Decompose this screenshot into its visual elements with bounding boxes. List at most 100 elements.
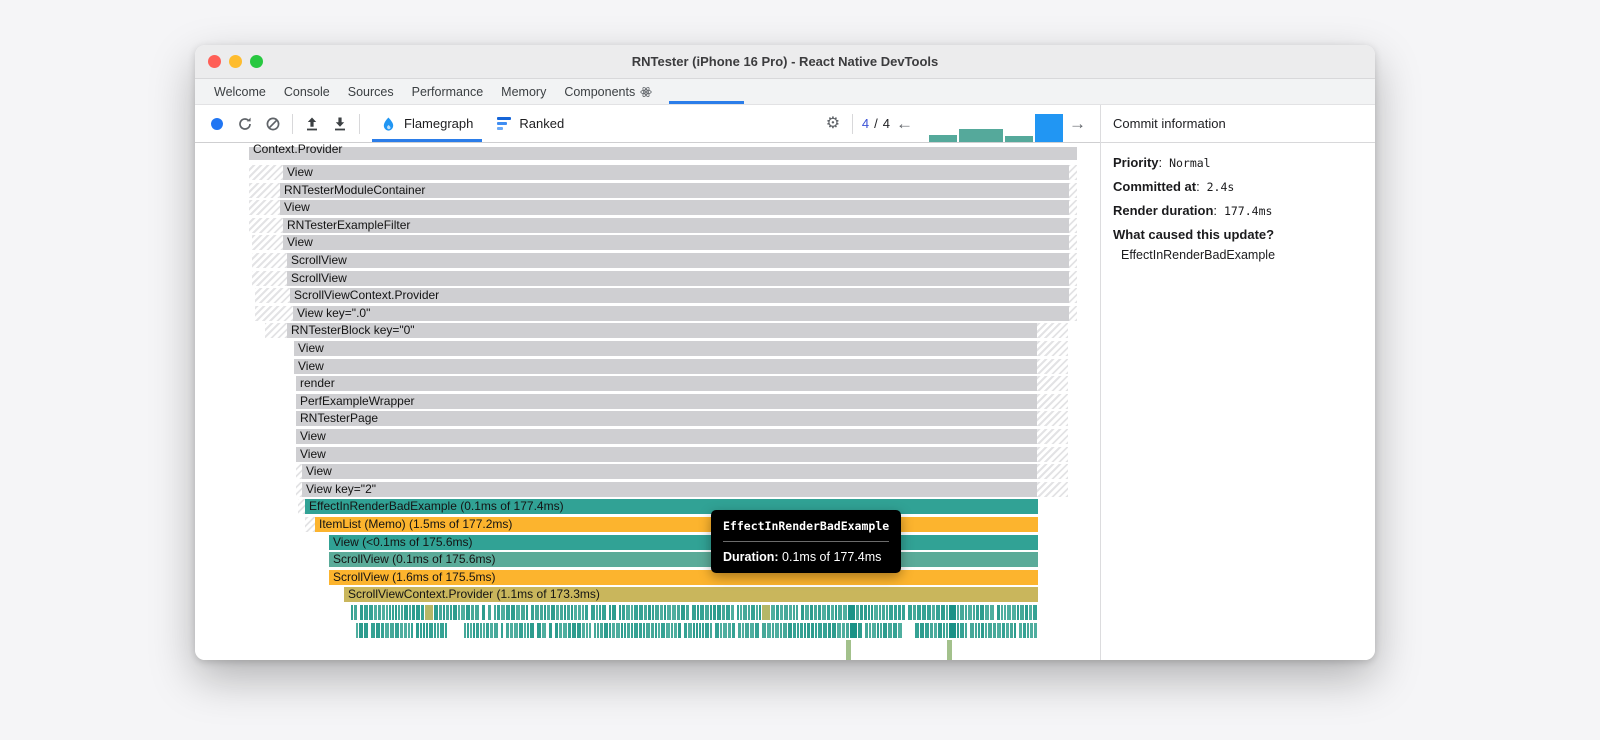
clear-profile-button[interactable] [263, 114, 283, 134]
flame-node[interactable]: ScrollView [287, 253, 1069, 268]
profiler-settings-button[interactable]: ⚙ [823, 114, 843, 134]
tab-welcome[interactable]: Welcome [205, 79, 275, 104]
toolbar-divider [359, 113, 360, 134]
flame-node[interactable]: View [296, 429, 1037, 444]
flame-node-label: ScrollView [291, 253, 347, 267]
commit-bar-4[interactable] [1035, 114, 1063, 146]
tooltip-component-name: EffectInRenderBadExample [723, 519, 890, 542]
flame-node-label: View key="2" [306, 481, 377, 496]
flame-node-label: View [306, 464, 332, 479]
tab-label: Performance [411, 84, 484, 99]
minimize-window-button[interactable] [229, 55, 242, 68]
commit-field-label: Committed at [1113, 179, 1197, 194]
flame-node-label: View [287, 165, 313, 179]
flame-node-label: View [284, 200, 310, 215]
flame-node[interactable]: RNTesterBlock key="0" [287, 323, 1037, 339]
commit-bar-3[interactable] [1005, 136, 1033, 142]
update-cause-component[interactable]: EffectInRenderBadExample [1113, 248, 1363, 262]
update-cause-question: What caused this update? [1113, 227, 1275, 242]
tab-label: Sources [347, 84, 394, 99]
flame-node[interactable]: render [296, 376, 1037, 392]
commit-field-label: Priority [1113, 155, 1159, 170]
flame-hatch-region [252, 235, 283, 251]
flame-node[interactable]: View [283, 165, 1069, 180]
flame-node[interactable]: ItemList (Memo) (1.5ms of 177.2ms) [315, 517, 1038, 532]
flame-node[interactable]: View [294, 341, 1037, 356]
tab-console[interactable]: Console [275, 79, 339, 104]
flame-node-label: ItemList (Memo) (1.5ms of 177.2ms) [319, 517, 513, 531]
tab-flamegraph[interactable]: Flamegraph [369, 105, 485, 142]
record-button[interactable] [211, 117, 223, 130]
window-titlebar[interactable]: RNTester (iPhone 16 Pro) - React Native … [195, 45, 1375, 79]
flame-icon [383, 116, 394, 131]
tab-components[interactable]: Components [555, 79, 661, 104]
flame-node-tooltip: EffectInRenderBadExample Duration: 0.1ms… [711, 510, 902, 573]
tab-performance[interactable]: Performance [403, 79, 493, 104]
flame-hatch-region [249, 200, 280, 216]
commit-field: Render duration: 177.4ms [1113, 203, 1273, 218]
tab-ranked[interactable]: Ranked [485, 105, 576, 142]
tab-memory[interactable]: Memory [492, 79, 555, 104]
flame-node-label: View [300, 446, 326, 461]
toolbar-divider [851, 113, 853, 134]
devtools-window: RNTester (iPhone 16 Pro) - React Native … [195, 45, 1375, 660]
flame-node[interactable]: EffectInRenderBadExample (0.1ms of 177.4… [305, 499, 1038, 515]
flame-node-label: RNTesterPage [300, 411, 379, 426]
flame-descender-bar[interactable] [947, 640, 952, 660]
flame-node-label: EffectInRenderBadExample (0.1ms of 177.4… [309, 499, 564, 514]
zoom-window-button[interactable] [250, 55, 263, 68]
flame-node[interactable]: ScrollView [287, 270, 1069, 286]
next-commit-button[interactable]: → [1063, 115, 1092, 132]
flame-descender-bar[interactable] [846, 640, 851, 660]
ranked-tab-label: Ranked [519, 116, 565, 131]
flame-hatch-region [1069, 217, 1077, 233]
reload-and-profile-button[interactable] [235, 114, 255, 134]
flame-node[interactable]: ScrollView (1.6ms of 175.5ms) [329, 569, 1038, 585]
flame-node[interactable]: View (<0.1ms of 175.6ms) [329, 534, 1038, 550]
flame-node-label: RNTesterExampleFilter [287, 217, 411, 232]
flame-node[interactable]: RNTesterExampleFilter [283, 217, 1069, 233]
flame-hatch-region [1069, 288, 1077, 304]
flame-node[interactable]: Context.Provider [249, 143, 1077, 160]
flame-node[interactable]: RNTesterModuleContainer [280, 182, 1069, 198]
flame-node[interactable]: View [294, 358, 1037, 374]
flame-hatch-region [1069, 270, 1077, 286]
react-atom-icon [640, 86, 652, 97]
load-profile-button[interactable] [302, 114, 322, 134]
flame-node[interactable]: View [302, 464, 1037, 480]
tab-sources[interactable]: Sources [339, 79, 403, 104]
flame-dense-row[interactable] [356, 622, 1038, 638]
tab-label: Console [283, 84, 330, 99]
flame-node[interactable]: RNTesterPage [296, 411, 1037, 427]
commit-bar-1[interactable] [929, 135, 957, 142]
flame-hatch-region [249, 182, 280, 198]
flame-dense-row[interactable] [351, 605, 1038, 620]
close-window-button[interactable] [208, 55, 221, 68]
flame-hatch-region [1037, 341, 1068, 356]
ban-icon [266, 117, 280, 130]
flamegraph-tab-label: Flamegraph [404, 116, 474, 131]
flamegraph-chart: Context.Provider View RNTesterModuleContai… [195, 143, 1100, 660]
flame-hatch-region [1037, 429, 1068, 444]
current-commit-number[interactable]: 4 [862, 116, 869, 131]
flame-node[interactable]: ScrollView (0.1ms of 175.6ms) [329, 552, 1038, 568]
commit-field: Priority: Normal [1113, 155, 1211, 170]
save-profile-button[interactable] [330, 114, 350, 134]
flame-node[interactable]: ScrollViewContext.Provider (1.1ms of 173… [344, 587, 1038, 603]
flame-hatch-region [1069, 253, 1077, 268]
flame-node[interactable]: ScrollViewContext.Provider [290, 288, 1069, 304]
tab-profiler[interactable] [669, 79, 745, 104]
flame-node[interactable]: View [280, 200, 1069, 216]
flame-node-label: View [298, 358, 324, 373]
flame-node[interactable]: View key=".0" [293, 305, 1069, 321]
flame-node[interactable]: View key="2" [302, 481, 1037, 497]
flame-node[interactable]: View [283, 235, 1069, 251]
flame-node[interactable]: View [296, 446, 1037, 462]
flame-node[interactable]: PerfExampleWrapper [296, 393, 1037, 409]
previous-commit-button[interactable]: ← [890, 115, 919, 132]
download-icon [335, 117, 345, 130]
flame-hatch-region [249, 217, 283, 233]
commit-field-value: 177.4ms [1217, 204, 1273, 218]
commit-bar-2[interactable] [959, 129, 1003, 142]
flame-node-label: View [287, 235, 313, 250]
